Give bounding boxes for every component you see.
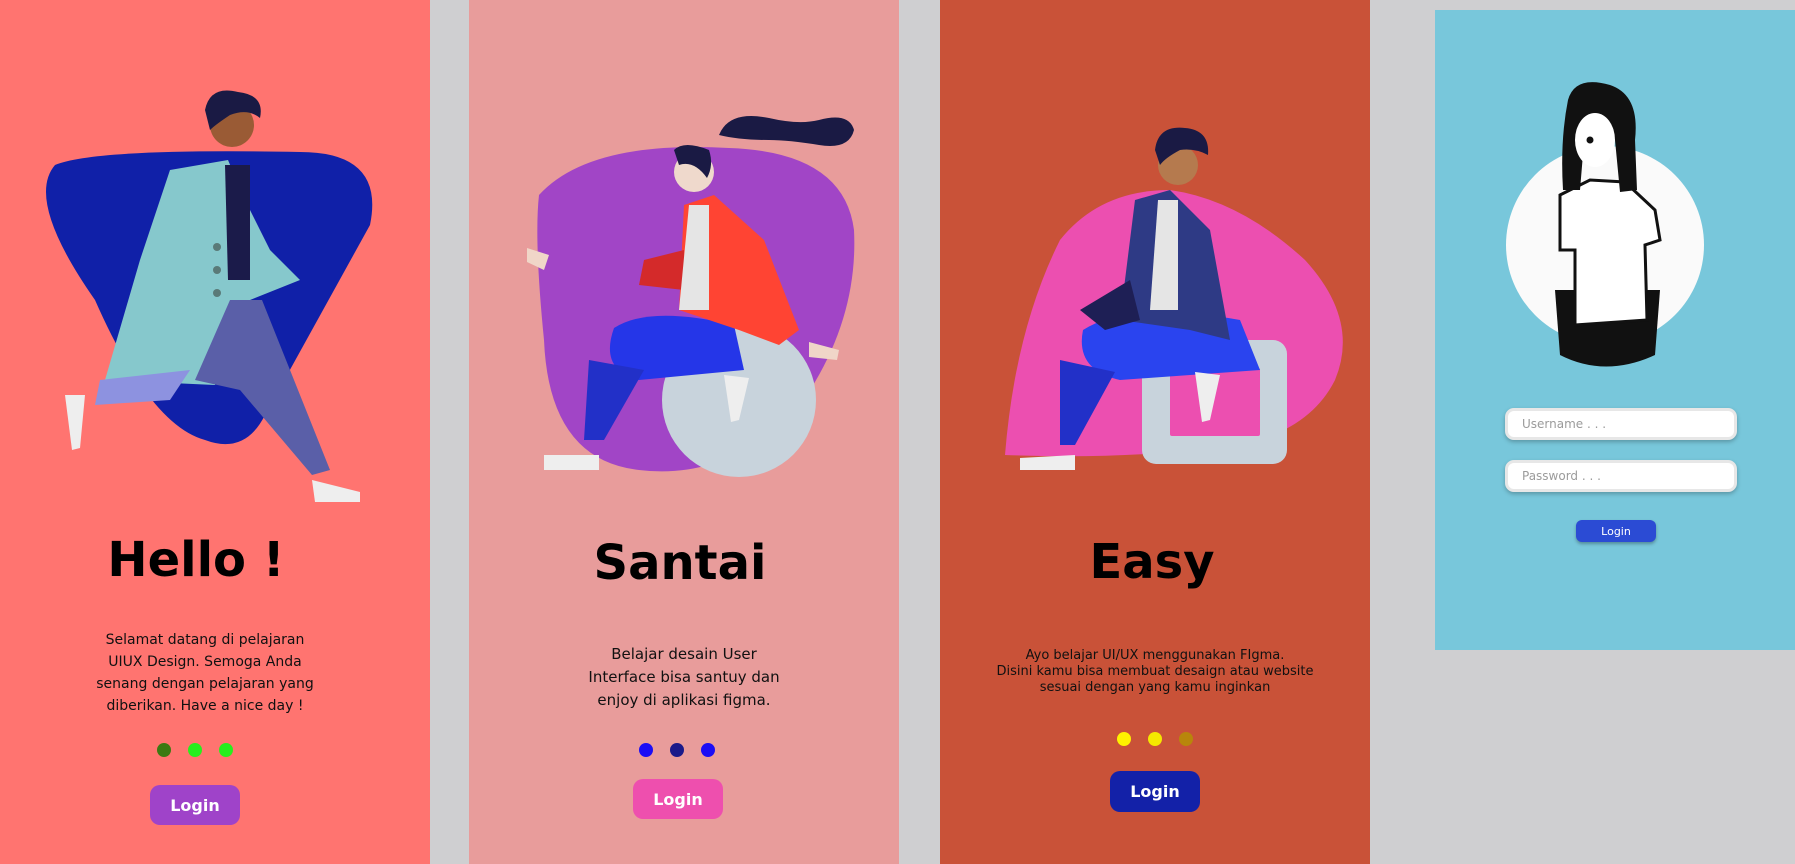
page-indicator: [1117, 732, 1193, 746]
sitting-man-illustration: [1005, 127, 1343, 470]
description-line: senang dengan pelajaran yang: [96, 676, 314, 692]
page-dot[interactable]: [670, 743, 684, 757]
description-line: diberikan. Have a nice day !: [106, 698, 304, 714]
password-field[interactable]: [1505, 460, 1737, 492]
page-dot[interactable]: [1179, 732, 1193, 746]
page-indicator: [639, 743, 715, 757]
walking-man-illustration: [46, 90, 373, 502]
page-dot[interactable]: [639, 743, 653, 757]
login-button[interactable]: Login: [150, 785, 240, 825]
screen-description: Ayo belajar UI/UX menggunakan FIgma. Dis…: [975, 648, 1335, 696]
login-button[interactable]: Login: [1576, 520, 1656, 542]
description-line: Interface bisa santuy dan: [588, 668, 780, 686]
screen-description: Belajar desain User Interface bisa santu…: [549, 643, 819, 712]
username-field[interactable]: [1505, 408, 1737, 440]
page-dot[interactable]: [157, 743, 171, 757]
girl-avatar-illustration: [1506, 82, 1704, 367]
login-button[interactable]: Login: [1110, 771, 1200, 812]
onboarding-screen-santai: Santai Belajar desain User Interface bis…: [469, 0, 899, 864]
page-dot[interactable]: [1117, 732, 1131, 746]
login-screen: Login: [1435, 10, 1795, 650]
screen-title: Santai: [593, 535, 767, 591]
onboarding-screen-hello: Hello ! Selamat datang di pelajaran UIUX…: [0, 0, 430, 864]
sitting-woman-illustration: [527, 116, 855, 477]
description-line: sesuai dengan yang kamu inginkan: [1039, 680, 1271, 695]
screen-title: Easy: [1089, 534, 1215, 590]
screen-description: Selamat datang di pelajaran UIUX Design.…: [70, 629, 340, 717]
screen-title: Hello !: [107, 532, 285, 588]
page-dot[interactable]: [219, 743, 233, 757]
onboarding-screen-easy: Easy Ayo belajar UI/UX menggunakan FIgma…: [940, 0, 1370, 864]
description-line: Ayo belajar UI/UX menggunakan FIgma.: [1025, 648, 1285, 663]
page-indicator: [157, 743, 233, 757]
description-line: enjoy di aplikasi figma.: [597, 691, 771, 709]
page-dot[interactable]: [1148, 732, 1162, 746]
login-button[interactable]: Login: [633, 779, 723, 819]
description-line: UIUX Design. Semoga Anda: [108, 654, 302, 670]
description-line: Disini kamu bisa membuat desaign atau we…: [996, 664, 1314, 679]
page-dot[interactable]: [188, 743, 202, 757]
description-line: Selamat datang di pelajaran: [105, 632, 305, 648]
description-line: Belajar desain User: [611, 645, 757, 663]
page-dot[interactable]: [701, 743, 715, 757]
